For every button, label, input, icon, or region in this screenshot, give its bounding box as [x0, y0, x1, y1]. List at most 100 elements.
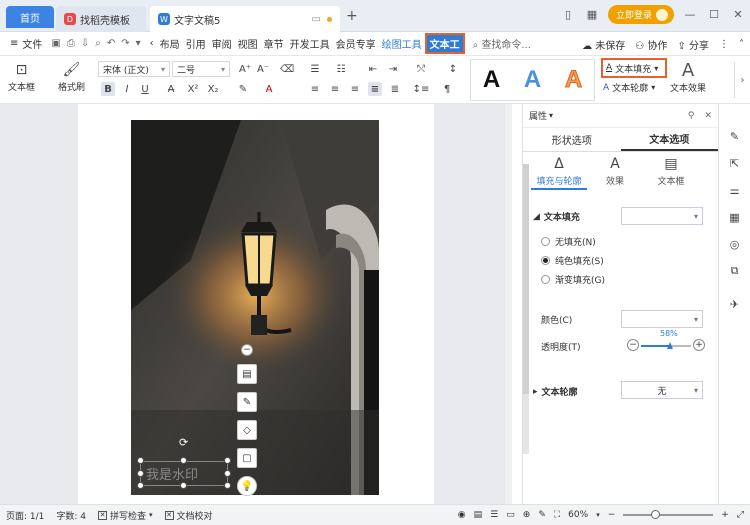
distribute-icon[interactable]: ≣	[388, 82, 402, 96]
properties-icon[interactable]: ⚌	[727, 182, 743, 198]
font-shrink-icon[interactable]: A⁻	[256, 62, 270, 76]
resize-handle[interactable]	[137, 470, 144, 477]
decrease-icon[interactable]: −	[627, 339, 639, 351]
font-size-select[interactable]: 二号	[172, 61, 230, 77]
save-icon[interactable]: ▣	[51, 38, 60, 49]
zoom-in-icon[interactable]: +	[721, 510, 729, 520]
wrap-text-icon[interactable]: ▤	[237, 364, 257, 384]
radio-solid-fill[interactable]: 纯色填充(S)	[541, 254, 604, 267]
bold-icon[interactable]: B	[101, 82, 115, 96]
eye-icon[interactable]: ◉	[458, 510, 466, 520]
radio-no-fill[interactable]: 无填充(N)	[541, 235, 596, 248]
resize-handle[interactable]	[137, 482, 144, 489]
spell-check[interactable]: ✕ 拼写检查 ▾	[92, 509, 159, 522]
outline-view-icon[interactable]: ☰	[490, 510, 498, 520]
radio-gradient-fill[interactable]: 渐变填充(G)	[541, 273, 605, 286]
pin-icon[interactable]: ⚲	[688, 111, 695, 121]
justify-icon[interactable]: ≡	[368, 82, 382, 96]
tab-home[interactable]: 首页	[6, 6, 54, 28]
style-black-icon[interactable]: A	[483, 66, 500, 94]
menu-member[interactable]: 会员专享	[333, 36, 379, 51]
unsaved-button[interactable]: ☁ 未保存	[582, 37, 625, 52]
tab-templates[interactable]: D 找稻壳模板	[56, 6, 146, 32]
edit-icon[interactable]: ✎	[727, 128, 743, 144]
format-painter-button[interactable]: 🖌 格式刷	[58, 60, 85, 93]
minimize-icon[interactable]: —	[682, 7, 698, 23]
location-icon[interactable]: ◎	[727, 236, 743, 252]
highlight-icon[interactable]: ✎	[236, 82, 250, 96]
menu-drawing-tools[interactable]: 绘图工具	[379, 36, 425, 51]
menu-devtools[interactable]: 开发工具	[287, 36, 333, 51]
menu-references[interactable]: 引用	[183, 36, 209, 51]
bullets-icon[interactable]: ☰	[308, 62, 322, 76]
panel-scrollbar[interactable]	[523, 164, 529, 454]
superscript-icon[interactable]: X²	[186, 82, 200, 96]
italic-icon[interactable]: I	[120, 82, 134, 96]
more-menu-icon[interactable]: ⋮	[719, 39, 729, 50]
outline-dropdown[interactable]: 无	[621, 381, 703, 399]
font-family-select[interactable]: 宋体 (正文)	[98, 61, 170, 77]
new-tab-button[interactable]: +	[346, 8, 358, 24]
collab-button[interactable]: ⚇ 协作	[635, 37, 667, 52]
undo-icon[interactable]: ↶	[107, 38, 115, 49]
panel-title[interactable]: 属性	[529, 109, 547, 122]
subtab-fill-outline[interactable]: Δ 填充与轮廓	[531, 156, 587, 190]
transparency-slider[interactable]: − 58% +	[627, 329, 707, 354]
template-icon[interactable]: ▦	[727, 209, 743, 225]
page-count[interactable]: 页面: 1/1	[0, 509, 50, 522]
bulb-icon[interactable]: 💡	[237, 476, 257, 496]
numbering-icon[interactable]: ☷	[334, 62, 348, 76]
font-color-icon[interactable]: A	[262, 82, 276, 96]
page-view-icon[interactable]: ▤	[474, 510, 483, 520]
layout-icon[interactable]: ▯	[560, 7, 576, 23]
style-blue-icon[interactable]: A	[524, 66, 541, 94]
rotate-icon[interactable]: ⟳	[179, 436, 191, 449]
collapse-icon[interactable]: ˄	[739, 39, 744, 50]
subscript-icon[interactable]: X₂	[206, 82, 220, 96]
clear-format-icon[interactable]: ⌫	[280, 62, 294, 76]
text-outline-button[interactable]: A 文本轮廓 ▾	[603, 81, 655, 95]
textbox-button[interactable]: ⊡ 文本框	[8, 60, 35, 93]
grid-icon[interactable]: ▦	[584, 7, 600, 23]
command-search[interactable]: ⌕ 查找命令...	[473, 36, 531, 51]
document-scrollbar[interactable]	[505, 104, 512, 504]
sort-icon[interactable]: ↕	[446, 62, 460, 76]
menu-view[interactable]: 视图	[235, 36, 261, 51]
tab-shape-options[interactable]: 形状选项	[523, 128, 621, 151]
outdent-icon[interactable]: ⇤	[366, 62, 380, 76]
subtab-effects[interactable]: A 效果	[587, 156, 643, 190]
more-icon[interactable]: ▾	[136, 38, 141, 49]
tab-text-options[interactable]: 文本选项	[620, 128, 718, 151]
text-effect-button[interactable]: A 文本效果	[670, 60, 706, 94]
resize-handle[interactable]	[180, 482, 187, 489]
align-center-icon[interactable]: ≡	[328, 82, 342, 96]
resize-handle[interactable]	[180, 457, 187, 464]
print-icon[interactable]: ⎙	[67, 38, 75, 49]
close-icon[interactable]: ✕	[730, 7, 746, 23]
text-fill-section[interactable]: ◢ 文本填充	[533, 210, 580, 224]
maximize-icon[interactable]: ☐	[706, 7, 722, 23]
color-dropdown[interactable]	[621, 310, 703, 328]
share-plane-icon[interactable]: ✈	[727, 296, 743, 312]
export-icon[interactable]: ⇩	[81, 38, 89, 49]
resize-handle[interactable]	[224, 470, 231, 477]
share-button[interactable]: ⇪ 分享	[677, 37, 709, 52]
resize-handle[interactable]	[224, 457, 231, 464]
web-view-icon[interactable]: ⊕	[523, 510, 531, 520]
style-orange-icon[interactable]: A	[564, 66, 582, 94]
align-right-icon[interactable]: ≡	[348, 82, 362, 96]
window-icon[interactable]: ▭	[312, 14, 321, 25]
zoom-slider[interactable]	[623, 510, 714, 519]
tab-document[interactable]: W 文字文稿5 ▭	[150, 6, 340, 32]
doc-proofread[interactable]: ✕ 文档校对	[159, 509, 219, 522]
indent-icon[interactable]: ⇥	[386, 62, 400, 76]
fill-bucket-icon[interactable]: ◇	[237, 420, 257, 440]
increase-icon[interactable]: +	[693, 339, 705, 351]
file-menu[interactable]: ≡ 文件	[0, 36, 45, 51]
watermark-text[interactable]: 我是水印	[146, 464, 198, 483]
align-left-icon[interactable]: ≡	[308, 82, 322, 96]
pen-icon[interactable]: ✎	[237, 392, 257, 412]
scroll-left-icon[interactable]: ‹	[147, 38, 157, 49]
text-outline-section[interactable]: ▸ 文本轮廓	[533, 385, 578, 399]
font-grow-icon[interactable]: A⁺	[238, 62, 252, 76]
